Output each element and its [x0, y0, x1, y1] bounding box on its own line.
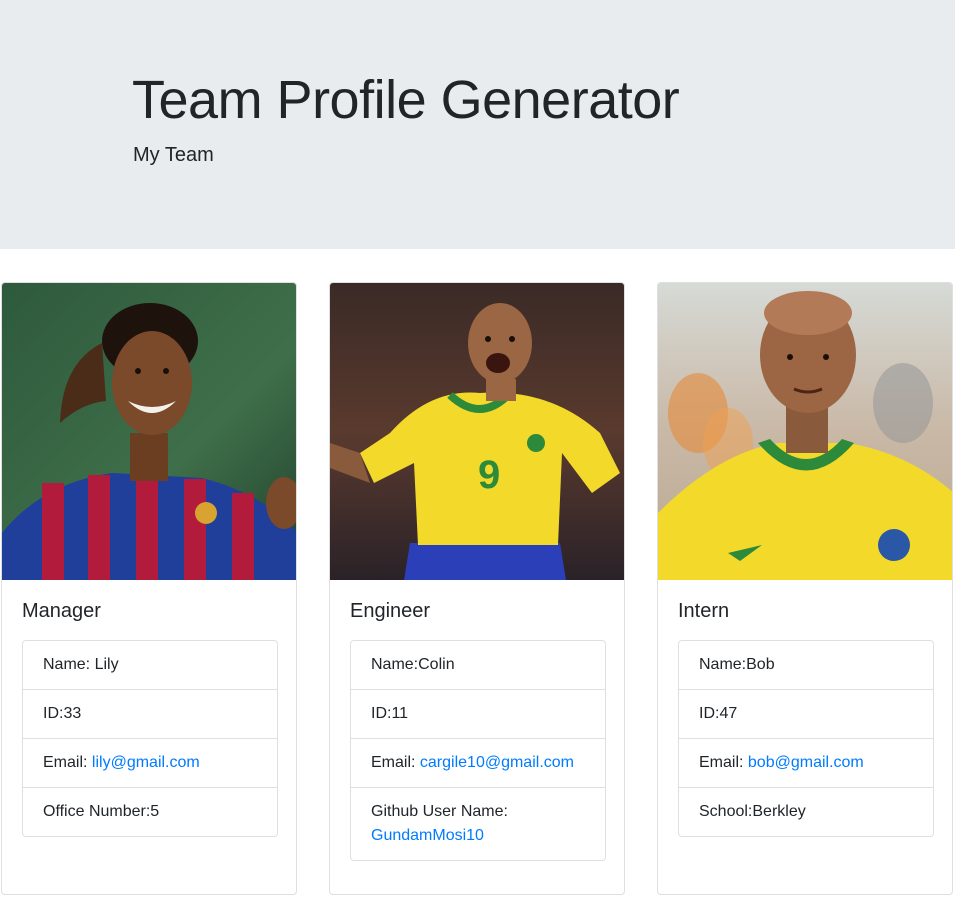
employee-name: Name:Bob	[699, 656, 775, 673]
employee-email-row: Email: lily@gmail.com	[23, 738, 277, 787]
employee-name: Name:Colin	[371, 656, 455, 673]
employee-info-list: Name:Colin ID:11 Email: cargile10@gmail.…	[350, 640, 606, 861]
employee-id: ID:47	[679, 689, 933, 738]
employee-photo: 9	[330, 283, 624, 580]
office-number: Office Number:5	[23, 787, 277, 836]
school: School:Berkley	[679, 787, 933, 836]
employee-info-list: Name: Lily ID:33 Email: lily@gmail.com O…	[22, 640, 278, 837]
github-label: Github User Name:	[371, 803, 508, 820]
email-link[interactable]: bob@gmail.com	[748, 754, 864, 771]
page-title: Team Profile Generator	[132, 70, 680, 130]
employee-card-manager: Manager Name: Lily ID:33 Email: lily@gma…	[1, 282, 297, 895]
employee-email-row: Email: bob@gmail.com	[679, 738, 933, 787]
github-link[interactable]: GundamMosi10	[371, 827, 484, 844]
employee-id: ID:33	[23, 689, 277, 738]
email-label: Email:	[371, 754, 420, 771]
card-role-title: Intern	[678, 600, 730, 622]
employee-photo	[2, 283, 296, 580]
email-label: Email:	[699, 754, 748, 771]
card-role-title: Manager	[22, 600, 101, 622]
employee-id: ID:11	[351, 689, 605, 738]
header-jumbotron: Team Profile Generator My Team	[0, 0, 955, 249]
employee-card-intern: Intern Name:Bob ID:47 Email: bob@gmail.c…	[657, 282, 953, 895]
employee-card-engineer: 9 Engineer Name:Colin ID:11 Email: cargi…	[329, 282, 625, 895]
employee-name: Name: Lily	[43, 656, 119, 673]
email-link[interactable]: cargile10@gmail.com	[420, 754, 574, 771]
page-subtitle: My Team	[133, 144, 214, 166]
employee-photo	[658, 283, 952, 580]
employee-email-row: Email: cargile10@gmail.com	[351, 738, 605, 787]
email-label: Email:	[43, 754, 92, 771]
email-link[interactable]: lily@gmail.com	[92, 754, 200, 771]
employee-info-list: Name:Bob ID:47 Email: bob@gmail.com Scho…	[678, 640, 934, 837]
github-row: Github User Name: GundamMosi10	[351, 787, 605, 860]
svg-text:9: 9	[478, 453, 500, 497]
card-role-title: Engineer	[350, 600, 431, 622]
